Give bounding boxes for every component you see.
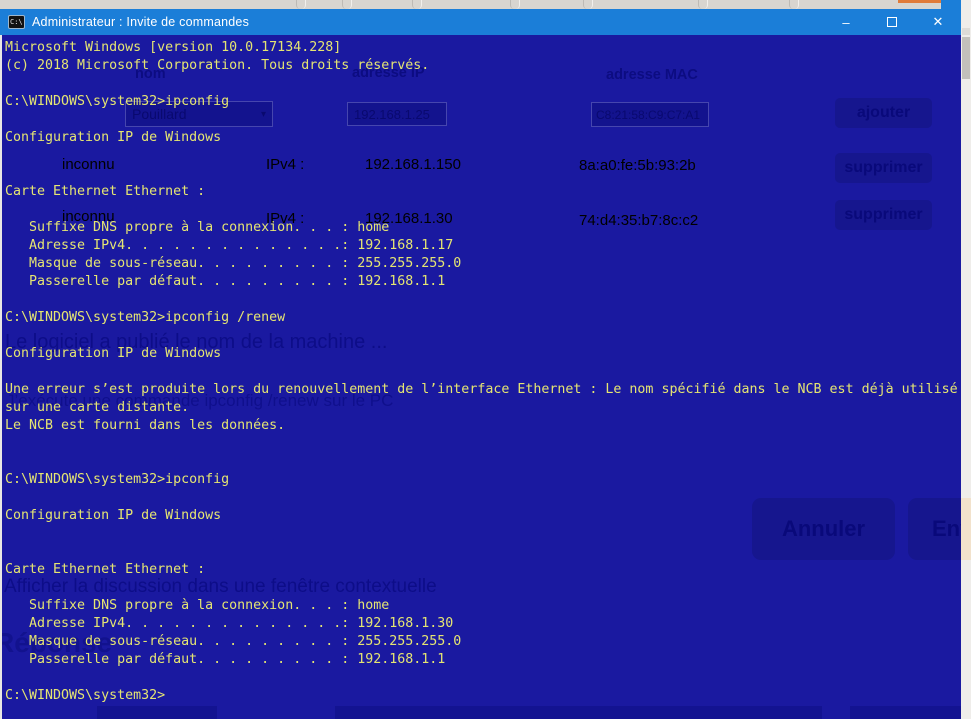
tab-divider	[342, 0, 352, 9]
terminal-line: Passerelle par défaut. . . . . . . . . :…	[5, 651, 958, 669]
terminal-line: Adresse IPv4. . . . . . . . . . . . . .:…	[5, 615, 958, 633]
terminal-line: Adresse IPv4. . . . . . . . . . . . . .:…	[5, 237, 958, 255]
terminal-line: Suffixe DNS propre à la connexion. . . :…	[5, 597, 958, 615]
terminal-line	[5, 435, 958, 453]
terminal-line: Masque de sous-réseau. . . . . . . . . :…	[5, 633, 958, 651]
window-top-corner	[941, 0, 961, 9]
terminal-line	[5, 525, 958, 543]
screen: C:\ Administrateur : Invite de commandes…	[0, 0, 971, 719]
bg-footer-ghost	[850, 706, 961, 719]
terminal-line	[5, 75, 958, 93]
browser-tab-strip[interactable]	[0, 0, 961, 9]
terminal-line: Microsoft Windows [version 10.0.17134.22…	[5, 39, 958, 57]
active-tab-highlight	[898, 0, 942, 3]
terminal-line	[5, 111, 958, 129]
terminal-line: Configuration IP de Windows	[5, 507, 958, 525]
terminal-line: C:\WINDOWS\system32>	[5, 687, 958, 705]
terminal-line: C:\WINDOWS\system32>ipconfig	[5, 93, 958, 111]
scrollbar-thumb[interactable]	[962, 37, 970, 79]
window-title: Administrateur : Invite de commandes	[32, 15, 249, 29]
terminal-line	[5, 453, 958, 471]
terminal-line	[5, 579, 958, 597]
terminal-line	[5, 363, 958, 381]
tab-divider	[296, 0, 306, 9]
tab-divider	[510, 0, 520, 9]
tab-divider	[412, 0, 422, 9]
terminal-line: Carte Ethernet Ethernet :	[5, 561, 958, 579]
terminal-line	[5, 291, 958, 309]
terminal-line	[5, 201, 958, 219]
terminal-line: C:\WINDOWS\system32>ipconfig /renew	[5, 309, 958, 327]
tab-divider	[789, 0, 799, 9]
terminal-line	[5, 489, 958, 507]
tab-divider	[698, 0, 708, 9]
terminal-line: Passerelle par défaut. . . . . . . . . :…	[5, 273, 958, 291]
terminal-line: Configuration IP de Windows	[5, 345, 958, 363]
bg-footer-ghost	[97, 706, 217, 719]
terminal-line: Suffixe DNS propre à la connexion. . . :…	[5, 219, 958, 237]
bg-footer-ghost	[335, 706, 822, 719]
cmd-icon: C:\	[8, 15, 25, 29]
terminal-line: Carte Ethernet Ethernet :	[5, 183, 958, 201]
cmd-titlebar[interactable]: C:\ Administrateur : Invite de commandes…	[0, 9, 961, 35]
terminal-line: Masque de sous-réseau. . . . . . . . . :…	[5, 255, 958, 273]
scrollbar-notch	[962, 28, 970, 35]
terminal-line: Le NCB est fourni dans les données.	[5, 417, 958, 435]
terminal-line: Une erreur s’est produite lors du renouv…	[5, 381, 958, 399]
command-prompt-window[interactable]: nom adresse IP adresse MAC Pouillard ▾ 1…	[2, 35, 961, 719]
maximize-button[interactable]	[869, 9, 915, 35]
terminal-line	[5, 147, 958, 165]
terminal-line	[5, 327, 958, 345]
terminal-output: Microsoft Windows [version 10.0.17134.22…	[5, 39, 958, 705]
close-button[interactable]: ✕	[915, 9, 961, 35]
minimize-button[interactable]: –	[823, 9, 869, 35]
terminal-line: sur une carte distante.	[5, 399, 958, 417]
tab-divider	[583, 0, 593, 9]
terminal-line	[5, 669, 958, 687]
terminal-line: C:\WINDOWS\system32>ipconfig	[5, 471, 958, 489]
terminal-line: (c) 2018 Microsoft Corporation. Tous dro…	[5, 57, 958, 75]
bg-send-button-edge	[961, 498, 971, 560]
terminal-line	[5, 543, 958, 561]
browser-scrollbar-strip	[961, 0, 971, 719]
terminal-line: Configuration IP de Windows	[5, 129, 958, 147]
terminal-line	[5, 165, 958, 183]
maximize-icon	[887, 17, 897, 27]
